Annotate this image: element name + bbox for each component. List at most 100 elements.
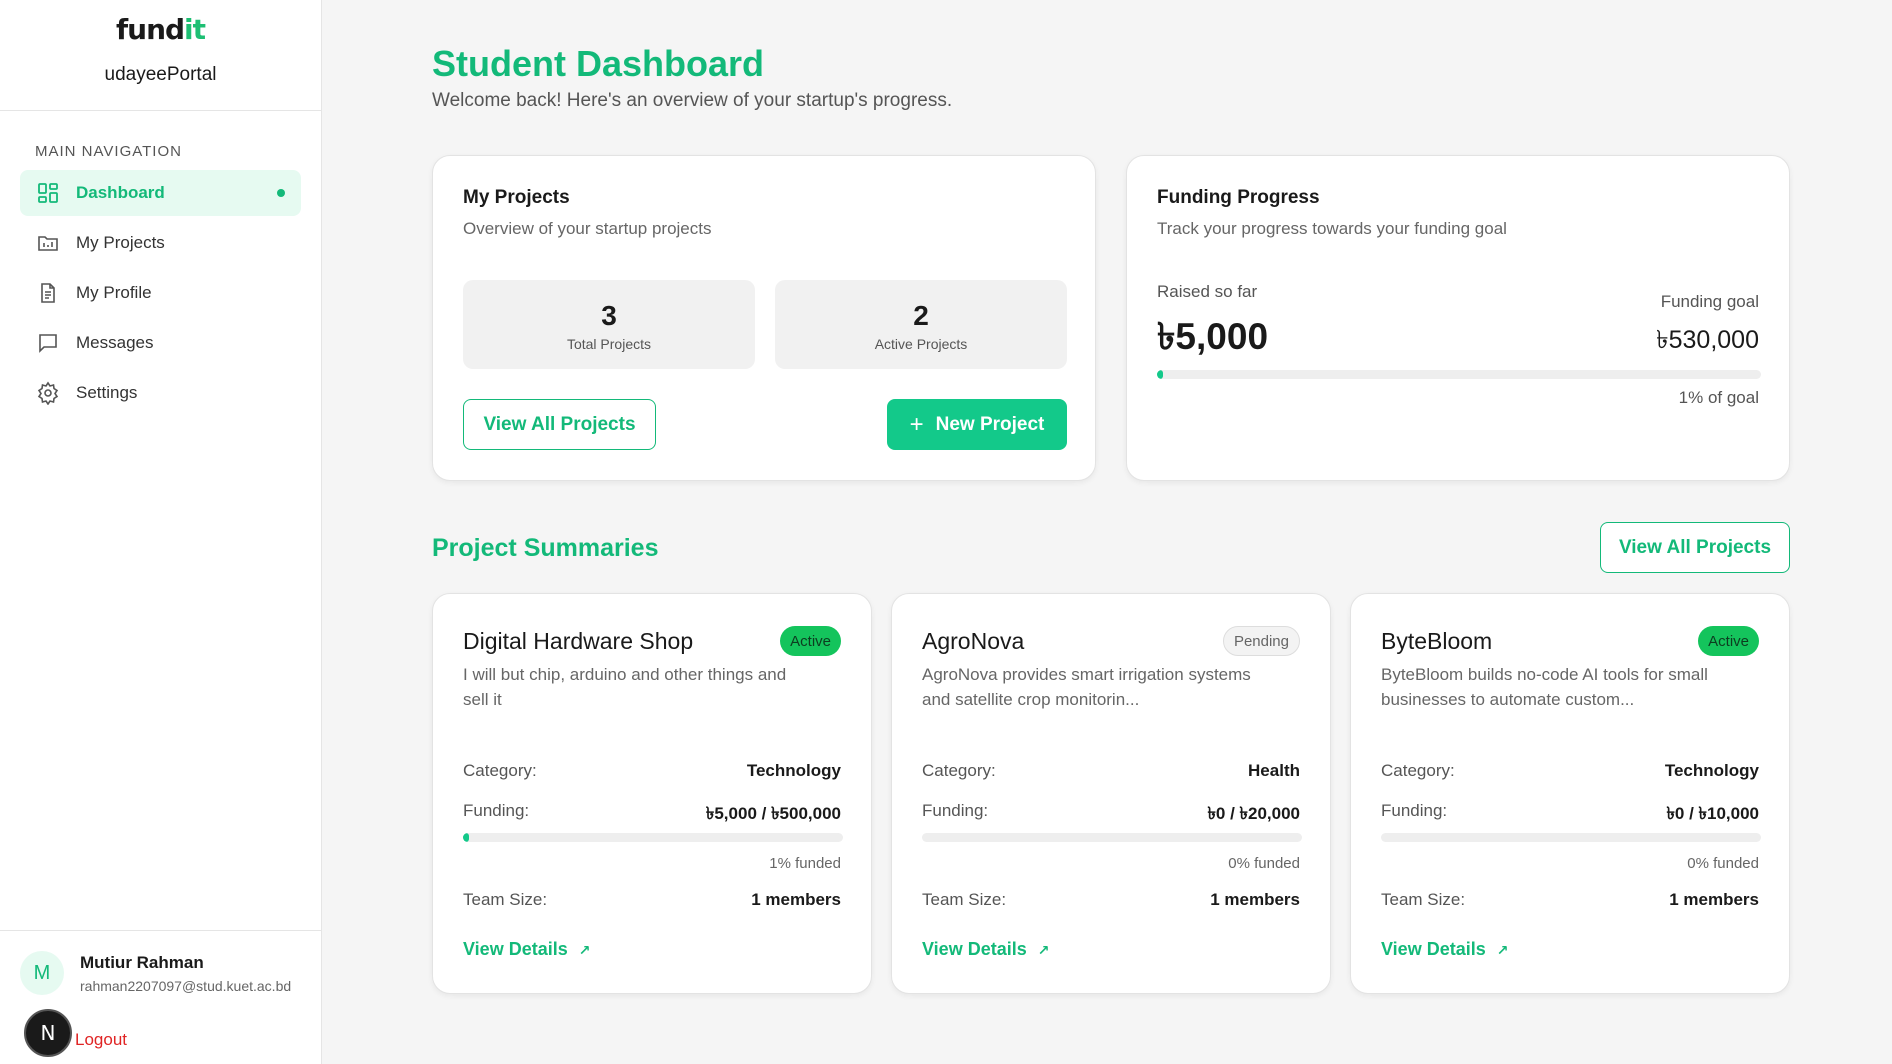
sidebar-item-dashboard[interactable]: Dashboard xyxy=(20,170,301,216)
progress-fill xyxy=(463,833,469,842)
team-label: Team Size: xyxy=(463,890,548,909)
project-progress-bar xyxy=(1381,833,1761,842)
category-value: Technology xyxy=(1664,761,1759,780)
view-details-link[interactable]: View Details ↗ xyxy=(1381,939,1508,960)
funding-label: Funding: xyxy=(922,801,989,820)
link-label: View Details xyxy=(1381,939,1486,959)
link-label: View Details xyxy=(922,939,1027,959)
category-label: Category: xyxy=(463,761,537,780)
sidebar-item-my-profile[interactable]: My Profile xyxy=(20,270,301,316)
project-progress-bar xyxy=(463,833,843,842)
active-projects-stat: 2 Active Projects xyxy=(775,280,1067,369)
sidebar-item-label: Dashboard xyxy=(76,183,165,202)
grid-icon xyxy=(38,183,58,203)
button-label: New Project xyxy=(935,413,1045,435)
logo-text-a: fund xyxy=(115,13,185,46)
chat-icon xyxy=(39,334,57,353)
stat-value: 3 xyxy=(601,300,617,331)
external-arrow-icon: ↗ xyxy=(1496,942,1509,958)
document-icon xyxy=(41,283,55,303)
user-email: rahman2207097@stud.kuet.ac.bd xyxy=(80,978,292,994)
funding-value: ৳0 / ৳10,000 xyxy=(1666,804,1759,823)
view-details-link[interactable]: View Details ↗ xyxy=(463,939,590,960)
page-subtitle: Welcome back! Here's an overview of your… xyxy=(432,90,953,111)
category-label: Category: xyxy=(1381,761,1455,780)
team-row: Team Size: 1 members xyxy=(1381,890,1759,910)
sidebar-item-label: Settings xyxy=(76,383,138,402)
team-row: Team Size: 1 members xyxy=(922,890,1300,910)
sidebar-item-label: My Projects xyxy=(76,233,165,252)
team-row: Team Size: 1 members xyxy=(463,890,841,910)
sidebar-item-label: Messages xyxy=(76,333,154,352)
view-details-link[interactable]: View Details ↗ xyxy=(922,939,1049,960)
view-all-projects-button[interactable]: View All Projects xyxy=(463,399,656,450)
goal-amount: ৳530,000 xyxy=(1656,326,1759,354)
sidebar-item-my-projects[interactable]: My Projects xyxy=(20,220,301,266)
card-subtitle: Track your progress towards your funding… xyxy=(1157,219,1507,238)
funding-value: ৳0 / ৳20,000 xyxy=(1207,804,1300,823)
sidebar: fund it udayeePortal MAIN NAVIGATION Dash… xyxy=(0,0,322,1064)
funded-percent: 0% funded xyxy=(1687,855,1759,872)
project-description: ByteBloom builds no-code AI tools for sm… xyxy=(1381,665,1708,709)
brand: fund it udayeePortal xyxy=(0,0,321,111)
progress-fill xyxy=(1157,370,1164,379)
stat-value: 2 xyxy=(913,300,929,331)
portal-name: udayeePortal xyxy=(104,64,217,85)
team-value: 1 members xyxy=(751,890,841,909)
sidebar-item-label: My Profile xyxy=(76,283,152,302)
new-project-button[interactable]: + New Project xyxy=(887,399,1067,450)
active-indicator xyxy=(277,189,285,197)
nav-heading: MAIN NAVIGATION xyxy=(35,143,182,160)
link-label: View Details xyxy=(463,939,568,959)
logo[interactable]: fund it xyxy=(115,10,206,46)
funding-row: Funding: ৳0 / ৳20,000 xyxy=(922,801,1300,829)
sidebar-item-settings[interactable]: Settings xyxy=(20,370,301,416)
project-description: AgroNova provides smart irrigation syste… xyxy=(922,665,1251,709)
project-name: AgroNova xyxy=(922,628,1025,654)
project-name: Digital Hardware Shop xyxy=(463,628,694,654)
project-card: ByteBloom Active ByteBloom builds no-cod… xyxy=(1350,593,1790,994)
funding-progress-bar xyxy=(1157,370,1761,379)
raised-amount: ৳5,000 xyxy=(1157,316,1269,357)
card-title: My Projects xyxy=(463,187,570,208)
n-badge[interactable]: N xyxy=(24,1009,72,1057)
funding-label: Funding: xyxy=(463,801,530,820)
main-nav: Dashboard My Projects My Profile Message… xyxy=(20,170,301,420)
project-card: Digital Hardware Shop Active I will but … xyxy=(432,593,872,994)
funded-percent: 0% funded xyxy=(1228,855,1300,872)
avatar: M xyxy=(20,951,64,995)
my-projects-card: My Projects Overview of your startup pro… xyxy=(432,155,1096,481)
funding-label: Funding: xyxy=(1381,801,1448,820)
card-title: Funding Progress xyxy=(1157,187,1320,208)
sidebar-item-messages[interactable]: Messages xyxy=(20,320,301,366)
team-value: 1 members xyxy=(1669,890,1759,909)
status-badge: Pending xyxy=(1222,626,1300,656)
card-subtitle: Overview of your startup projects xyxy=(463,219,712,238)
project-description: I will but chip, arduino and other thing… xyxy=(463,665,787,709)
goal-label: Funding goal xyxy=(1660,292,1759,311)
category-row: Category: Health xyxy=(922,761,1300,781)
stat-label: Active Projects xyxy=(874,336,968,352)
project-name: ByteBloom xyxy=(1381,628,1493,654)
plus-icon: + xyxy=(909,410,924,438)
goal-percent: 1% of goal xyxy=(1678,388,1759,407)
user-block: M Mutiur Rahman rahman2207097@stud.kuet.… xyxy=(0,930,322,1064)
logout-button[interactable]: Logout xyxy=(75,1030,127,1050)
user-name: Mutiur Rahman xyxy=(80,953,204,972)
funding-row: Funding: ৳5,000 / ৳500,000 xyxy=(463,801,841,829)
stat-label: Total Projects xyxy=(566,336,652,352)
funded-percent: 1% funded xyxy=(769,855,841,872)
project-card: AgroNova Pending AgroNova provides smart… xyxy=(891,593,1331,994)
section-title: Project Summaries xyxy=(432,534,659,562)
gear-icon xyxy=(37,381,59,405)
view-all-projects-button-2[interactable]: View All Projects xyxy=(1600,522,1790,573)
category-label: Category: xyxy=(922,761,996,780)
team-value: 1 members xyxy=(1210,890,1300,909)
status-badge: Active xyxy=(780,626,841,656)
project-progress-bar xyxy=(922,833,1302,842)
status-badge: Active xyxy=(1698,626,1759,656)
raised-label: Raised so far xyxy=(1157,282,1258,301)
total-projects-stat: 3 Total Projects xyxy=(463,280,755,369)
folder-icon xyxy=(38,236,58,251)
page-title: Student Dashboard xyxy=(432,43,765,84)
